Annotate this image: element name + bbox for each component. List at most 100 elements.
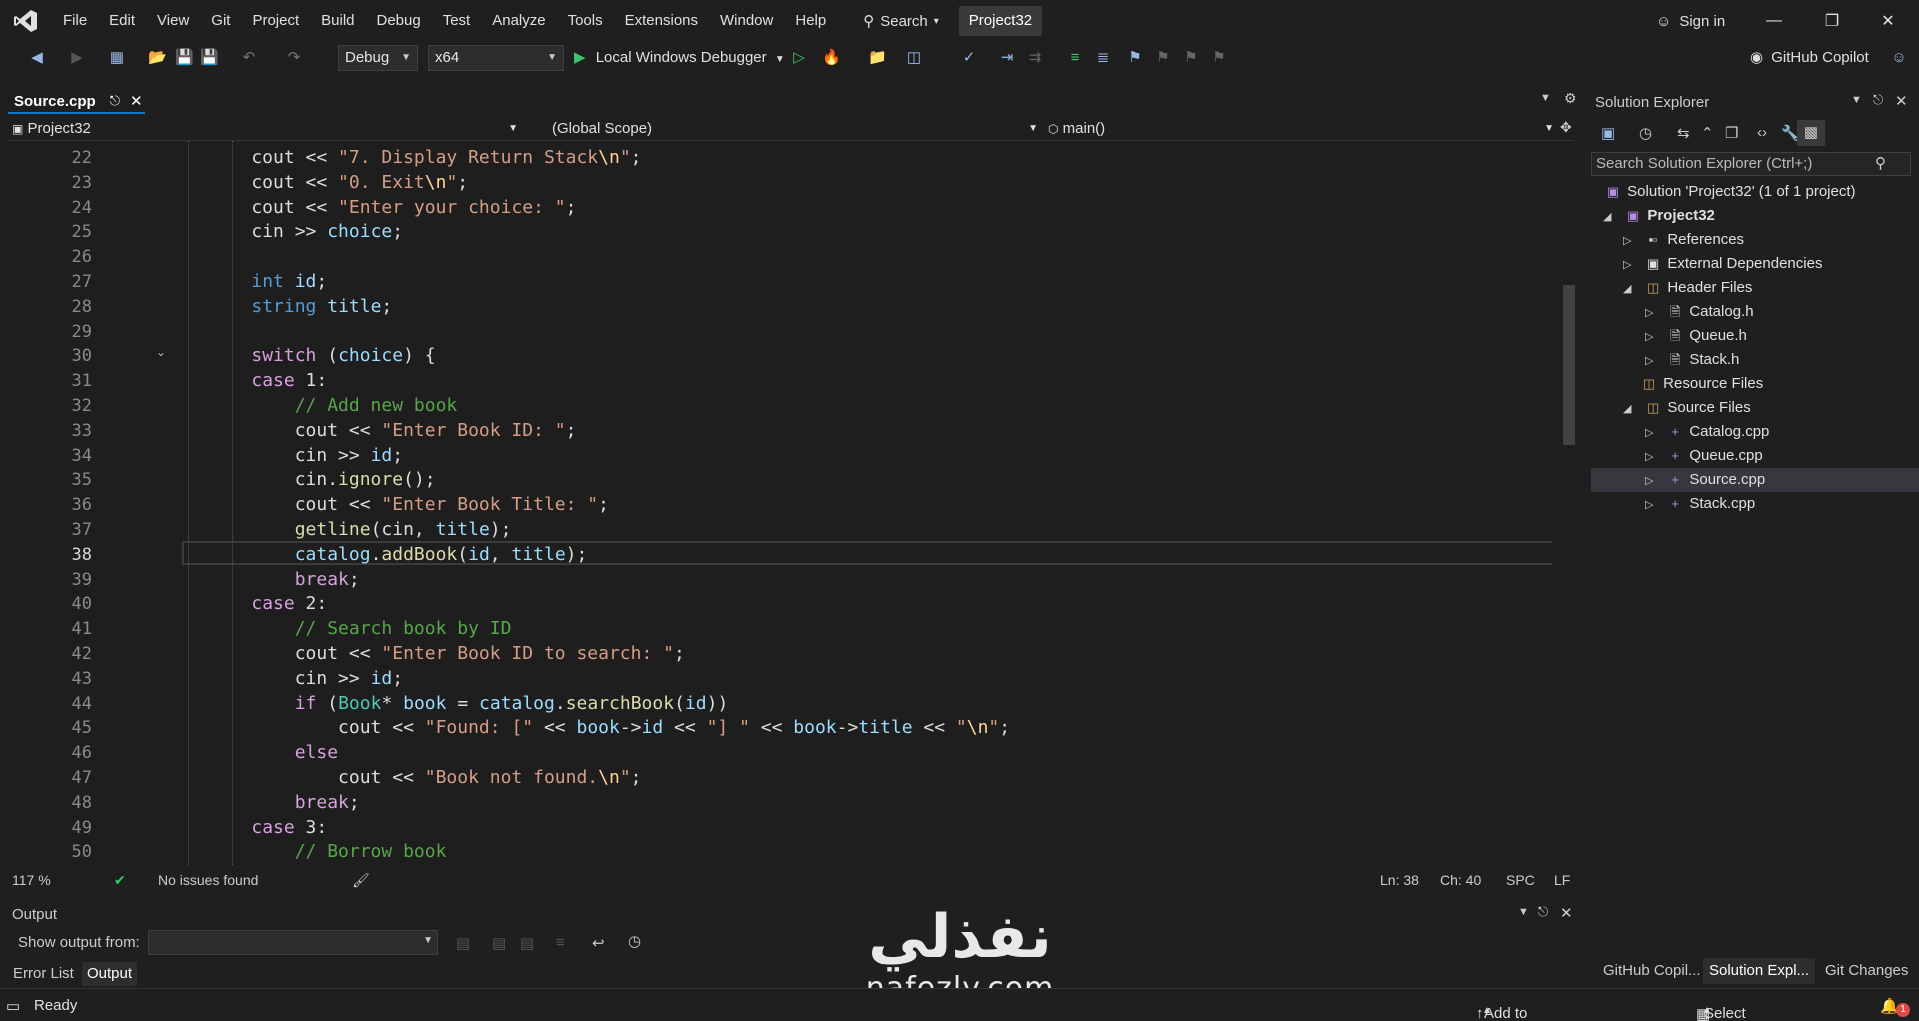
code-line[interactable]: case 1: [208, 369, 327, 394]
tree-catalog-h[interactable]: ▷ 🗎 Catalog.h [1645, 300, 1754, 324]
uncomment-icon[interactable]: ≣ [1094, 49, 1112, 67]
menu-debug[interactable]: Debug [366, 0, 432, 42]
clear-bookmarks-icon[interactable]: ⚑ [1210, 49, 1228, 67]
issues-status[interactable]: No issues found [158, 872, 258, 888]
configuration-dropdown[interactable]: Debug ▼ [338, 45, 418, 71]
spell-check-icon[interactable]: ✓ [960, 49, 978, 67]
account-settings-icon[interactable]: ☺ [1890, 49, 1908, 67]
code-line[interactable]: switch (choice) { [208, 344, 435, 369]
code-line[interactable]: cin >> choice; [208, 220, 403, 245]
code-line[interactable]: break; [208, 791, 360, 816]
code-line[interactable]: cout << "Enter Book ID to search: "; [208, 642, 685, 667]
code-line[interactable]: cout << "Enter your choice: "; [208, 196, 576, 221]
menu-test[interactable]: Test [432, 0, 482, 42]
search-button[interactable]: ⚲ Search ▾ [853, 6, 949, 36]
code-line[interactable]: // Borrow book [208, 840, 447, 865]
line-ending[interactable]: LF [1554, 872, 1570, 888]
pin-icon[interactable]: ⎋ [110, 93, 120, 109]
step-into-icon[interactable]: ⇥ [998, 49, 1016, 67]
pin-icon[interactable]: ⎋ [1873, 92, 1883, 108]
code-line[interactable]: if (Book* book = catalog.searchBook(id)) [208, 692, 729, 717]
code-line[interactable]: cout << "Book not found.\n"; [208, 766, 641, 791]
hot-reload-icon[interactable]: 🔥 [822, 49, 841, 67]
tree-source-files[interactable]: ◢ ◫ Source Files [1623, 396, 1751, 420]
menu-git[interactable]: Git [200, 0, 241, 42]
code-line[interactable]: cout << "Found: [" << book->id << "] " <… [208, 716, 1010, 741]
collapse-all-icon[interactable]: ⌃ [1701, 124, 1714, 142]
minimize-button[interactable]: — [1748, 0, 1800, 42]
start-without-debugging-icon[interactable]: ▷ [790, 49, 808, 67]
code-line[interactable]: case 2: [208, 592, 327, 617]
redo-icon[interactable]: ↷ [285, 49, 303, 67]
prev-bookmark-icon[interactable]: ⚑ [1154, 49, 1172, 67]
word-wrap-icon[interactable]: ↩ [592, 934, 605, 952]
sync-icon[interactable]: ⇆ [1677, 124, 1690, 142]
collapsed-arrow-icon[interactable]: ▷ [1645, 493, 1661, 517]
vertical-scrollbar[interactable] [1552, 141, 1572, 865]
pin-icon[interactable]: ⎋ [1538, 904, 1548, 920]
tree-references[interactable]: ▷ ▪▫ References [1623, 228, 1744, 252]
code-line[interactable]: cin >> id; [208, 667, 403, 692]
line-number[interactable]: Ln: 38 [1380, 872, 1419, 888]
collapsed-arrow-icon[interactable]: ▷ [1623, 229, 1639, 253]
close-panel-icon[interactable]: ✕ [1895, 92, 1908, 110]
tree-source-cpp[interactable]: ▷ + Source.cpp [1591, 468, 1919, 492]
code-cleanup-icon[interactable]: 🖌 [352, 872, 370, 889]
find-message-icon[interactable]: ▤ [456, 934, 470, 952]
menu-tools[interactable]: Tools [557, 0, 614, 42]
save-all-icon[interactable]: 💾 [200, 49, 219, 67]
solution-folder-icon[interactable]: 📁 [868, 49, 887, 67]
tree-queue-cpp[interactable]: ▷ + Queue.cpp [1645, 444, 1763, 468]
collapsed-arrow-icon[interactable]: ▷ [1645, 445, 1661, 469]
close-window-button[interactable]: ✕ [1862, 0, 1914, 42]
tree-catalog-cpp[interactable]: ▷ + Catalog.cpp [1645, 420, 1769, 444]
start-debugging-button[interactable]: ▶ Local Windows Debugger ▼ [574, 47, 785, 69]
history-icon[interactable]: ◷ [1639, 124, 1652, 142]
tab-github-copilot[interactable]: GitHub Copil... [1597, 958, 1707, 984]
code-line[interactable]: cin.ignore(); [208, 468, 436, 493]
expanded-arrow-icon[interactable]: ◢ [1623, 397, 1639, 421]
menu-analyze[interactable]: Analyze [481, 0, 556, 42]
tree-resource-files[interactable]: ◫ Resource Files [1639, 372, 1763, 396]
view-code-icon[interactable]: ‹› [1757, 124, 1767, 141]
output-source-dropdown[interactable]: ▼ [148, 930, 438, 955]
tree-solution[interactable]: ▣ Solution 'Project32' (1 of 1 project) [1603, 180, 1856, 204]
tree-stack-h[interactable]: ▷ 🗎 Stack.h [1645, 348, 1739, 372]
code-line[interactable]: // Search book by ID [208, 617, 512, 642]
zoom-level[interactable]: 117 % [12, 872, 51, 888]
code-line[interactable]: int id; [208, 270, 327, 295]
menu-window[interactable]: Window [709, 0, 784, 42]
expanded-arrow-icon[interactable]: ◢ [1603, 205, 1619, 229]
tree-header-files[interactable]: ◢ ◫ Header Files [1623, 276, 1752, 300]
back-icon[interactable]: ◀ [28, 49, 46, 67]
code-line[interactable]: cin >> id; [208, 444, 403, 469]
menu-project[interactable]: Project [241, 0, 310, 42]
step-over-icon[interactable]: ⇉ [1026, 49, 1044, 67]
restore-button[interactable]: ❐ [1806, 0, 1858, 42]
preview-selected-icon[interactable]: ▩ [1797, 120, 1825, 146]
save-icon[interactable]: 💾 [175, 49, 194, 67]
undo-icon[interactable]: ↶ [240, 49, 258, 67]
scrollbar-thumb[interactable] [1563, 285, 1575, 445]
tab-source-cpp[interactable]: Source.cpp ⎋ ✕ [8, 90, 145, 114]
next-message-icon[interactable]: ▤ [520, 934, 534, 952]
clear-all-icon[interactable]: ≡ [556, 934, 565, 951]
close-tab-icon[interactable]: ✕ [130, 92, 143, 110]
collapse-icon[interactable]: ⌄ [156, 345, 166, 359]
tree-stack-cpp[interactable]: ▷ + Stack.cpp [1645, 492, 1755, 516]
split-editor-icon[interactable]: ✥ [1560, 119, 1572, 136]
project-selector[interactable]: ▣ Project32 ▼ [12, 117, 522, 141]
code-line[interactable]: // Add new book [208, 394, 458, 419]
collapsed-arrow-icon[interactable]: ▷ [1623, 253, 1639, 277]
comment-icon[interactable]: ≡ [1066, 49, 1084, 67]
next-bookmark-icon[interactable]: ⚑ [1182, 49, 1200, 67]
github-copilot-button[interactable]: ◉ GitHub Copilot [1750, 45, 1869, 71]
code-editor[interactable]: ⌄ 22 cout << "7. Display Return Stack\n"… [8, 141, 1574, 865]
bookmark-icon[interactable]: ⚑ [1126, 49, 1144, 67]
tree-project[interactable]: ◢ ▣ Project32 [1603, 204, 1715, 228]
spacing-mode[interactable]: SPC [1506, 872, 1535, 888]
code-line[interactable]: cout << "7. Display Return Stack\n"; [208, 146, 641, 171]
solution-search-input[interactable]: Search Solution Explorer (Ctrl+;) [1591, 152, 1911, 176]
tab-list-dropdown-icon[interactable]: ▼ [1540, 92, 1551, 104]
code-line[interactable]: string title; [208, 295, 392, 320]
